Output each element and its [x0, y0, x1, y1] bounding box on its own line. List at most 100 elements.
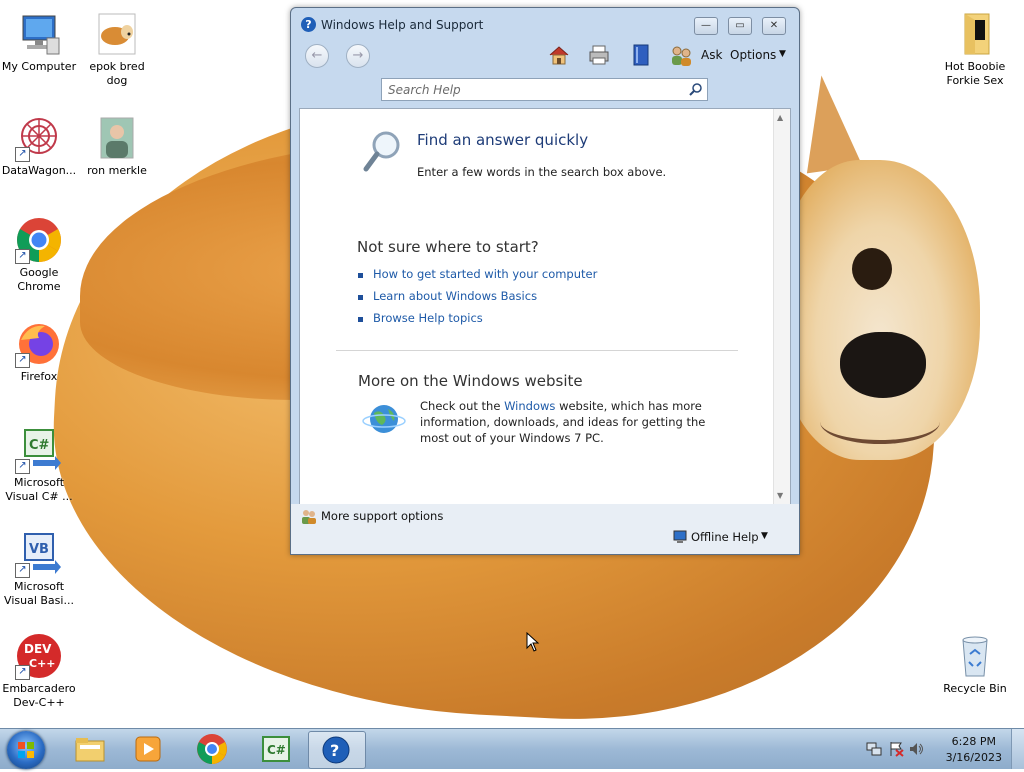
clock-date: 3/16/2023	[945, 751, 1002, 764]
window-title: Windows Help and Support	[321, 18, 484, 32]
find-answer-heading: Find an answer quickly	[417, 131, 589, 149]
offline-chevron-down-icon[interactable]: ▼	[761, 531, 768, 541]
support-people-icon	[302, 510, 316, 524]
desktop-icon-ron-merkle[interactable]: ron merkle	[78, 114, 156, 178]
help-and-support-window: ? Windows Help and Support — ▭ ✕ ← → Ask…	[290, 7, 800, 555]
forward-button[interactable]: →	[346, 44, 370, 68]
desktop-icon-label: Firefox	[20, 370, 58, 383]
network-icon[interactable]	[866, 741, 882, 757]
close-button[interactable]: ✕	[762, 17, 786, 35]
people-icon	[672, 46, 691, 66]
mouse-cursor-icon	[526, 632, 540, 652]
desktop-icon-my-computer[interactable]: My Computer	[0, 10, 78, 74]
folder-icon	[75, 738, 105, 762]
window-titlebar[interactable]: ? Windows Help and Support — ▭ ✕	[291, 8, 799, 36]
desktop-icon-firefox[interactable]: ↗ Firefox	[0, 320, 78, 384]
svg-text:C++: C++	[29, 657, 56, 670]
help-toolbar: ← → Ask Options ▼	[291, 38, 799, 72]
desktop-icon-label: Google Chrome	[17, 266, 61, 293]
options-menu[interactable]: Options	[730, 48, 776, 62]
taskbar-visual-csharp[interactable]: C#	[248, 731, 304, 767]
options-chevron-down-icon[interactable]: ▼	[779, 49, 786, 59]
section-divider	[336, 350, 738, 351]
desktop-icon-label: Hot Boobie Forkie Sex	[944, 60, 1006, 87]
windows-logo-icon	[18, 742, 34, 758]
start-button[interactable]	[7, 731, 45, 769]
offline-help-menu[interactable]: Offline Help	[691, 530, 759, 544]
search-placeholder: Search Help	[388, 83, 461, 97]
desktop-icon-label: DataWagon...	[1, 164, 77, 177]
link-get-started[interactable]: How to get started with your computer	[373, 267, 597, 281]
desktop-icon-datawagon[interactable]: ↗ DataWagon...	[0, 114, 78, 178]
svg-text:C#: C#	[29, 438, 50, 453]
desktop-icon-folder[interactable]: Hot Boobie Forkie Sex	[936, 10, 1014, 88]
desktop-icon-visual-csharp[interactable]: C# ↗ Microsoft Visual C# ...	[0, 426, 78, 504]
maximize-button[interactable]: ▭	[728, 17, 752, 35]
link-browse-help[interactable]: Browse Help topics	[373, 311, 483, 325]
search-icon[interactable]	[689, 82, 703, 96]
browse-help-button[interactable]	[629, 43, 653, 67]
shortcut-arrow-icon: ↗	[15, 459, 30, 474]
help-footer: More support options Offline Help ▼	[291, 504, 799, 554]
bullet-icon	[358, 273, 363, 278]
desktop-icon-label: Embarcadero Dev-C++	[2, 682, 76, 709]
desktop-icon-label: Microsoft Visual Basi...	[4, 580, 74, 607]
wallpaper-dog-eye	[852, 248, 892, 290]
website-text-before: Check out the	[420, 399, 501, 413]
desktop-icon-epok-bred-dog[interactable]: epok bred dog	[78, 10, 156, 88]
folder-icon	[951, 10, 999, 58]
show-desktop-button[interactable]	[1011, 729, 1024, 769]
desktop-icon-dev-cpp[interactable]: DEV C++ ↗ Embarcadero Dev-C++	[0, 632, 78, 710]
print-button[interactable]	[587, 43, 611, 67]
clock[interactable]: 6:28 PM 3/16/2023	[946, 734, 1002, 766]
taskbar-chrome[interactable]	[184, 731, 240, 767]
shortcut-arrow-icon: ↗	[15, 563, 30, 578]
windows-website-link[interactable]: Windows	[504, 399, 555, 413]
bullet-icon	[358, 317, 363, 322]
back-button[interactable]: ←	[305, 44, 329, 68]
minimize-button[interactable]: —	[694, 17, 718, 35]
home-button[interactable]	[547, 43, 571, 67]
image-file-icon	[93, 10, 141, 58]
printer-icon	[589, 45, 609, 65]
computer-icon	[15, 10, 63, 58]
more-support-options-link[interactable]: More support options	[321, 509, 443, 523]
shortcut-arrow-icon: ↗	[15, 665, 30, 680]
desktop-icon-google-chrome[interactable]: ↗ Google Chrome	[0, 216, 78, 294]
content-scrollbar[interactable]: ▲ ▼	[773, 109, 790, 504]
ask-button[interactable]	[669, 43, 693, 67]
desktop-icon-visual-basic[interactable]: VB ↗ Microsoft Visual Basi...	[0, 530, 78, 608]
visual-csharp-icon: C# ↗	[15, 426, 63, 474]
desktop-icon-label: epok bred dog	[89, 60, 145, 87]
shortcut-arrow-icon: ↗	[15, 353, 30, 368]
link-windows-basics[interactable]: Learn about Windows Basics	[373, 289, 537, 303]
visual-basic-icon: VB ↗	[15, 530, 63, 578]
taskbar-help-and-support[interactable]: ?	[308, 731, 366, 769]
taskbar-media-player[interactable]	[120, 731, 176, 767]
media-player-icon	[135, 736, 161, 762]
svg-text:DEV: DEV	[24, 642, 52, 656]
book-icon	[633, 44, 649, 66]
taskbar: C# ? 6:28 PM 3/16/2023	[0, 728, 1024, 769]
dev-cpp-icon: DEV C++ ↗	[15, 632, 63, 680]
find-answer-description: Enter a few words in the search box abov…	[417, 165, 667, 179]
visual-csharp-icon: C#	[262, 736, 290, 762]
search-help-input[interactable]: Search Help	[381, 78, 708, 101]
ask-label[interactable]: Ask	[701, 48, 722, 62]
magnifier-icon	[363, 131, 400, 172]
desktop-icon-recycle-bin[interactable]: Recycle Bin	[936, 632, 1014, 696]
svg-text:C#: C#	[267, 743, 286, 757]
website-heading: More on the Windows website	[358, 372, 583, 390]
volume-icon[interactable]	[908, 741, 924, 757]
desktop-icon-label: Microsoft Visual C# ...	[5, 476, 73, 503]
help-content-pane: Find an answer quickly Enter a few words…	[299, 108, 791, 505]
scroll-down-arrow-icon[interactable]: ▼	[777, 491, 783, 500]
action-center-flag-icon[interactable]	[888, 741, 904, 757]
globe-icon	[362, 405, 406, 433]
help-icon: ?	[301, 17, 316, 32]
taskbar-explorer[interactable]	[62, 731, 118, 767]
website-description: Check out the Windows website, which has…	[420, 398, 720, 446]
home-icon	[549, 46, 569, 65]
scroll-up-arrow-icon[interactable]: ▲	[777, 113, 783, 122]
wallpaper-dog-mouth	[820, 400, 940, 444]
